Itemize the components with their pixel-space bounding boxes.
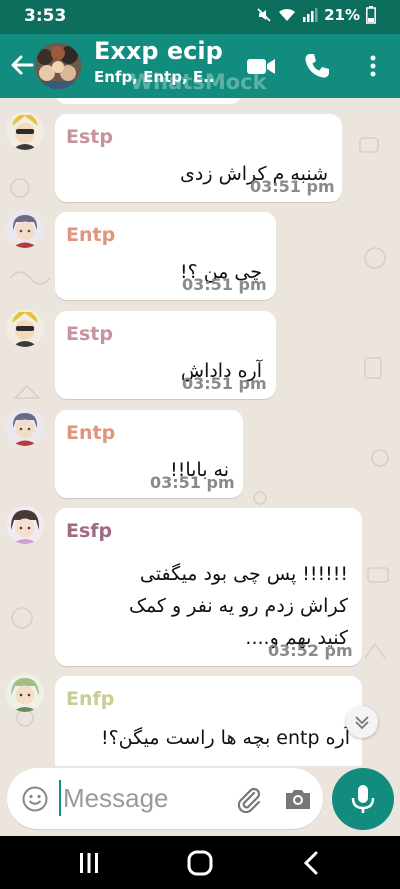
avatar[interactable] [6,210,44,248]
avatar[interactable] [6,506,44,544]
sender-name: Enfp [66,688,115,710]
message-time: 03:51 pm [250,177,335,196]
message-composer [7,768,323,829]
message-bubble[interactable]: Enfp آره entp بچه ها راست میگن؟! [55,676,362,766]
status-time: 3:53 [24,6,67,26]
video-call-icon[interactable] [246,51,276,81]
message-bubble[interactable]: Estp آره داداش 03:51 pm [55,311,276,399]
avatar[interactable] [6,309,44,347]
signal-icon [303,8,318,22]
avatar[interactable] [6,408,44,446]
more-options-icon[interactable] [358,51,388,81]
recent-apps-icon[interactable] [75,850,103,876]
message-time: 03:51 pm [182,374,267,393]
message-bubble[interactable]: Estp شنبه م کراش زدی 03:51 pm [55,114,342,202]
home-icon[interactable] [186,850,214,876]
status-bar: 3:53 21% [0,0,400,34]
sender-name: Estp [66,126,113,148]
avatar[interactable] [6,112,44,150]
voice-message-button[interactable] [332,768,394,830]
chat-area[interactable]: Estp شنبه م کراش زدی 03:51 pm Entp چی من… [0,98,400,766]
previous-message-bubble[interactable] [55,98,242,104]
sender-name: Entp [66,422,116,444]
chat-header: Exxp ecip Enfp, Entp, E.. WhatsMock [0,34,400,98]
back-icon[interactable] [298,850,326,876]
message-bubble[interactable]: Entp چی من ؟! 03:51 pm [55,212,276,300]
wifi-icon [279,8,296,21]
group-avatar[interactable] [35,43,81,89]
message-text: !!!!!! پس چی بود میگفتی [139,563,348,585]
message-text: آره entp بچه ها راست میگن؟! [100,727,350,749]
back-arrow-icon[interactable] [8,51,36,79]
chat-title[interactable]: Exxp ecip [94,37,223,65]
text-cursor [59,780,61,816]
phone-icon[interactable] [302,51,332,81]
sender-name: Esfp [66,520,113,542]
mic-icon [351,785,375,813]
battery-icon [366,6,376,24]
camera-icon[interactable] [283,784,313,814]
sender-name: Entp [66,224,116,246]
message-text: کراش زدم رو یه نفر و کمک [128,595,348,617]
message-time: 03:51 pm [182,275,267,294]
message-time: 03:51 pm [150,473,235,492]
message-input[interactable] [63,778,233,818]
attach-icon[interactable] [234,784,264,814]
message-bubble[interactable]: Esfp !!!!!! پس چی بود میگفتی کراش زدم رو… [55,508,362,666]
status-icons: 21% [256,6,376,24]
message-bubble[interactable]: Entp نه بابا!! 03:51 pm [55,410,243,498]
battery-percent: 21% [324,6,360,24]
scroll-to-bottom-button[interactable] [346,706,378,738]
system-nav-bar [0,836,400,889]
message-time: 03:52 pm [268,641,353,660]
mute-icon [257,8,271,22]
chevron-down-icon [355,716,369,730]
avatar[interactable] [6,674,44,712]
emoji-icon[interactable] [22,786,48,812]
sender-name: Estp [66,323,113,345]
